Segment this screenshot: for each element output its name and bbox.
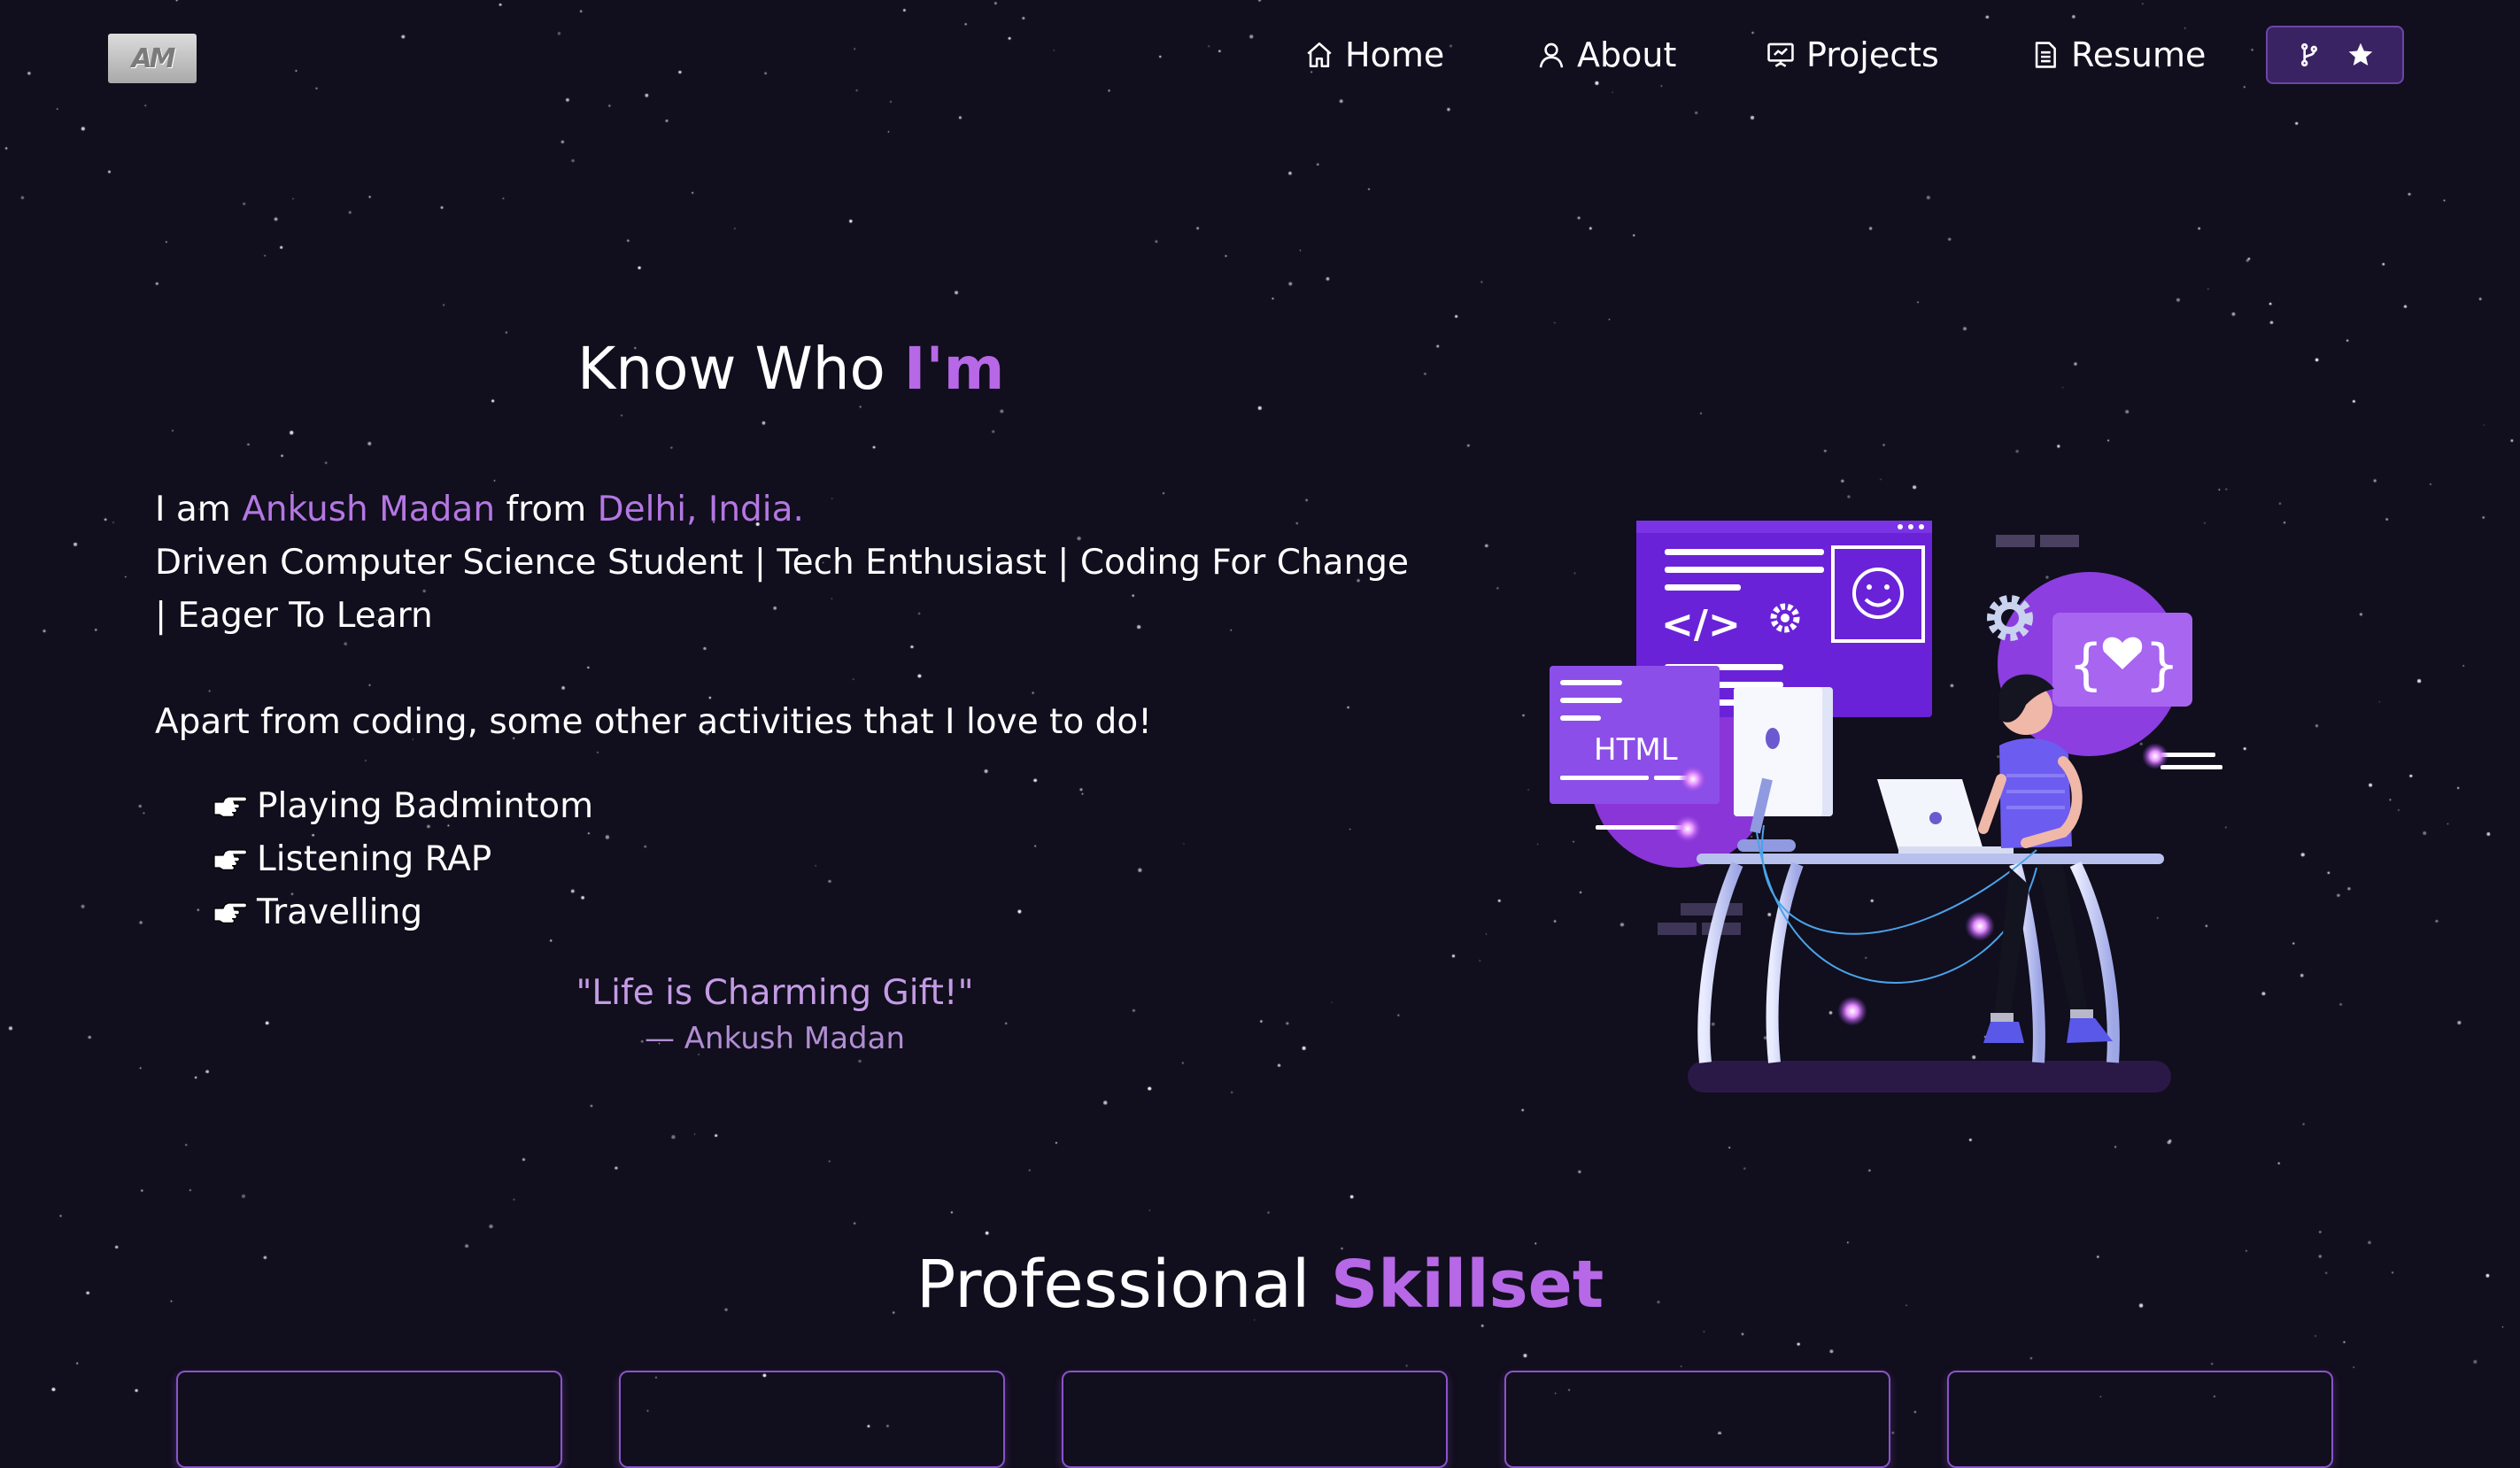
activity-label: Playing Badmintom — [257, 785, 594, 826]
nav-projects-label: Projects — [1806, 35, 1939, 74]
nav-home-label: Home — [1345, 35, 1445, 74]
nav-resume[interactable]: Resume — [2030, 30, 2206, 80]
pointing-hand-icon — [213, 849, 248, 870]
user-icon — [1539, 42, 1564, 68]
activity-item: Playing Badmintom — [211, 779, 593, 832]
presentation-icon — [1767, 42, 1794, 67]
author-location: Delhi, India. — [597, 490, 804, 529]
about-heading: Know Who I'm — [577, 335, 1004, 403]
nav-about[interactable]: About — [1536, 30, 1676, 80]
quote-author: — Ankush Madan — [644, 1021, 905, 1056]
star-icon — [2348, 42, 2373, 66]
nav-resume-label: Resume — [2071, 35, 2207, 74]
pointing-hand-icon — [213, 796, 248, 817]
activity-item: Listening RAP — [211, 832, 593, 885]
logo[interactable]: AM — [108, 34, 197, 83]
skillset-heading: Professional Skillset — [0, 1247, 2520, 1323]
svg-text:}: } — [2145, 632, 2179, 697]
github-star-fork-button[interactable] — [2266, 26, 2404, 84]
intro-text-2: from — [495, 490, 598, 529]
svg-text:</>: </> — [1661, 602, 1741, 647]
svg-text:{: { — [2068, 632, 2103, 697]
nav-home[interactable]: Home — [1304, 30, 1444, 80]
skill-card[interactable] — [176, 1371, 562, 1468]
skill-card[interactable] — [1504, 1371, 1890, 1468]
pointing-hand-icon — [213, 902, 248, 923]
about-intro: I am Ankush Madan from Delhi, India. Dri… — [155, 483, 1430, 643]
activity-label: Listening RAP — [257, 838, 492, 879]
nav-projects[interactable]: Projects — [1766, 30, 1939, 80]
quote-text: "Life is Charming Gift!" — [576, 973, 974, 1013]
activity-item: Travelling — [211, 885, 593, 939]
author-name: Ankush Madan — [242, 490, 496, 529]
html-label: HTML — [1594, 732, 1678, 768]
skill-card[interactable] — [1947, 1371, 2333, 1468]
logo-text: AM — [131, 42, 175, 74]
author-tagline: Driven Computer Science Student | Tech E… — [155, 543, 1410, 636]
nav-about-label: About — [1577, 35, 1677, 74]
activity-label: Travelling — [257, 892, 423, 932]
about-heading-accent: I'm — [903, 335, 1005, 403]
document-icon — [2035, 42, 2056, 68]
git-fork-icon — [2300, 42, 2318, 67]
about-heading-prefix: Know Who — [577, 335, 904, 403]
developer-illustration: </> HTML { } — [1550, 521, 2222, 1093]
home-icon — [1307, 42, 1332, 68]
activities-intro: Apart from coding, some other activities… — [155, 702, 1152, 742]
skillset-heading-prefix: Professional — [916, 1247, 1332, 1323]
skill-card[interactable] — [619, 1371, 1005, 1468]
skillset-heading-accent: Skillset — [1331, 1247, 1604, 1323]
quote-block: "Life is Charming Gift!" — Ankush Madan — [496, 967, 1054, 1057]
intro-text-1: I am — [155, 490, 243, 529]
skill-card[interactable] — [1062, 1371, 1448, 1468]
activities-list: Playing Badmintom Listening RAP Travelli… — [211, 779, 593, 939]
